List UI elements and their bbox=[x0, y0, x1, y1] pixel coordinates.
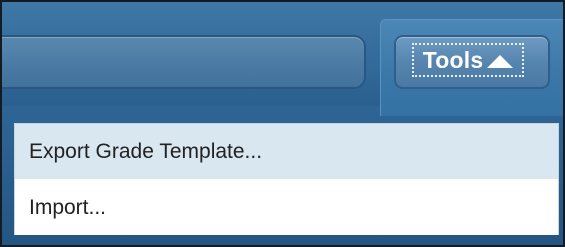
tools-button[interactable]: Tools bbox=[394, 35, 550, 89]
tools-focus-ring: Tools bbox=[412, 43, 524, 77]
app-frame: Tools Export Grade Template... Import... bbox=[0, 0, 565, 247]
menu-item-label: Import... bbox=[29, 195, 107, 219]
menu-item-export-grade-template[interactable]: Export Grade Template... bbox=[15, 124, 558, 179]
tools-button-label: Tools bbox=[422, 46, 484, 73]
triangle-up-icon bbox=[487, 54, 514, 68]
menu-item-label: Export Grade Template... bbox=[29, 139, 263, 163]
menu-item-import[interactable]: Import... bbox=[15, 180, 558, 235]
tools-dropdown-menu: Export Grade Template... Import... bbox=[14, 123, 559, 235]
toolbar: Tools bbox=[2, 2, 563, 116]
toolbar-bar bbox=[2, 35, 366, 89]
